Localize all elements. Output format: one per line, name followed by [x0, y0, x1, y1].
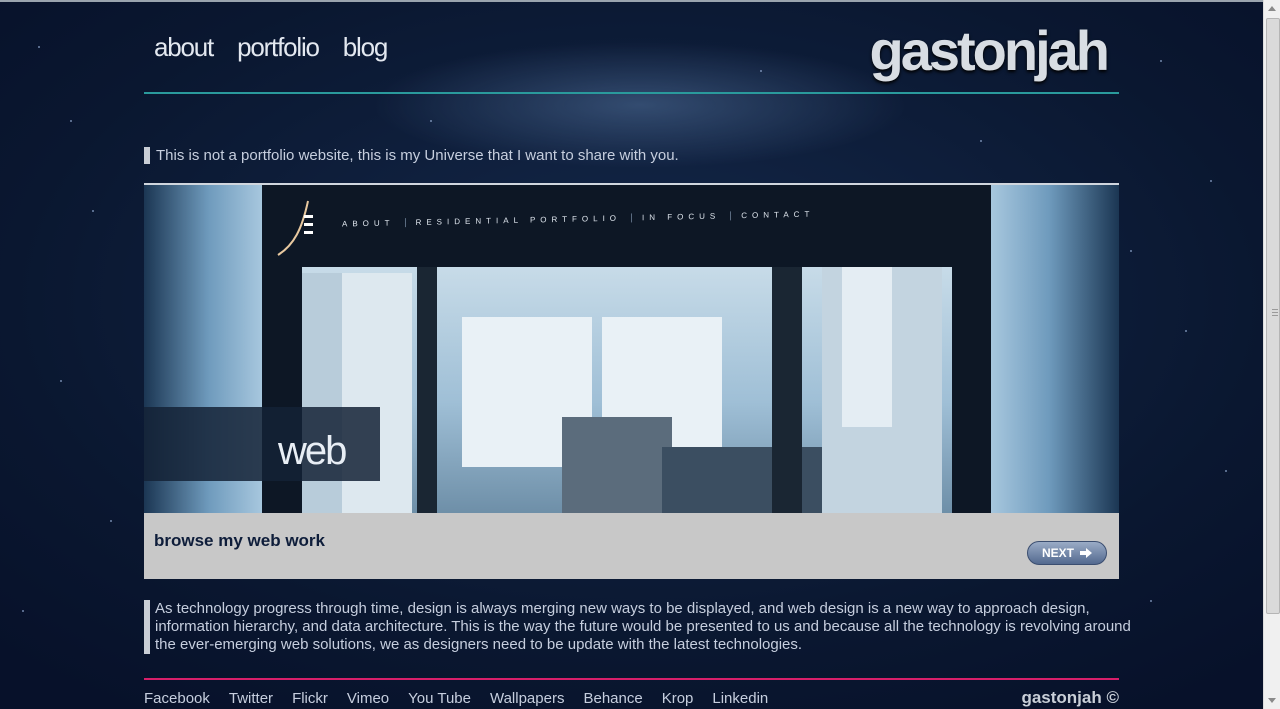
- header-divider: [144, 92, 1119, 94]
- site-logo[interactable]: gastonjah: [870, 18, 1110, 83]
- footer-link-youtube[interactable]: You Tube: [408, 690, 471, 707]
- architecture-photo: [302, 267, 952, 513]
- description-text: As technology progress through time, des…: [144, 600, 1140, 654]
- scrollbar-thumb[interactable]: [1266, 18, 1280, 614]
- browse-title[interactable]: browse my web work: [154, 531, 325, 551]
- next-button-label: NEXT: [1041, 546, 1074, 560]
- browse-bar: browse my web work NEXT: [144, 513, 1119, 579]
- footer-link-flickr[interactable]: Flickr: [292, 690, 328, 707]
- screenshot-logo-icon: [277, 200, 313, 256]
- next-button[interactable]: NEXT: [1027, 541, 1107, 565]
- scroll-up-icon[interactable]: [1268, 6, 1276, 11]
- footer-link-wallpapers[interactable]: Wallpapers: [490, 690, 564, 707]
- footer-link-vimeo[interactable]: Vimeo: [347, 690, 389, 707]
- footer-link-facebook[interactable]: Facebook: [144, 690, 210, 707]
- footer-link-behance[interactable]: Behance: [583, 690, 642, 707]
- tagline: This is not a portfolio website, this is…: [144, 147, 679, 164]
- main-nav: about portfolio blog: [154, 32, 389, 63]
- hero-slideshow[interactable]: ABOUT RESIDENTIAL PORTFOLIO IN FOCUS CON…: [144, 185, 1119, 513]
- window-top-border: [0, 0, 1263, 2]
- screenshot-nav-contact: CONTACT: [741, 209, 815, 220]
- footer-link-twitter[interactable]: Twitter: [229, 690, 273, 707]
- footer-divider: [144, 678, 1119, 680]
- screenshot-nav-in-focus: IN FOCUS: [632, 210, 732, 222]
- nav-blog[interactable]: blog: [343, 32, 389, 63]
- footer-nav: Facebook Twitter Flickr Vimeo You Tube W…: [144, 690, 768, 707]
- copyright: gastonjah ©: [1021, 688, 1119, 707]
- nav-about[interactable]: about: [154, 32, 214, 63]
- arrow-right-icon: [1080, 548, 1092, 558]
- vertical-scrollbar[interactable]: [1263, 0, 1280, 709]
- screenshot-nav-residential: RESIDENTIAL PORTFOLIO: [405, 212, 633, 227]
- screenshot-nav-about: ABOUT: [332, 217, 406, 229]
- scroll-down-icon[interactable]: [1268, 698, 1276, 703]
- footer-link-krop[interactable]: Krop: [662, 690, 694, 707]
- hero-glow-right: [991, 185, 1119, 513]
- nav-portfolio[interactable]: portfolio: [237, 32, 320, 63]
- category-label: web: [278, 429, 347, 473]
- screenshot-nav: ABOUT RESIDENTIAL PORTFOLIO IN FOCUS CON…: [332, 198, 972, 235]
- footer-link-linkedin[interactable]: Linkedin: [712, 690, 768, 707]
